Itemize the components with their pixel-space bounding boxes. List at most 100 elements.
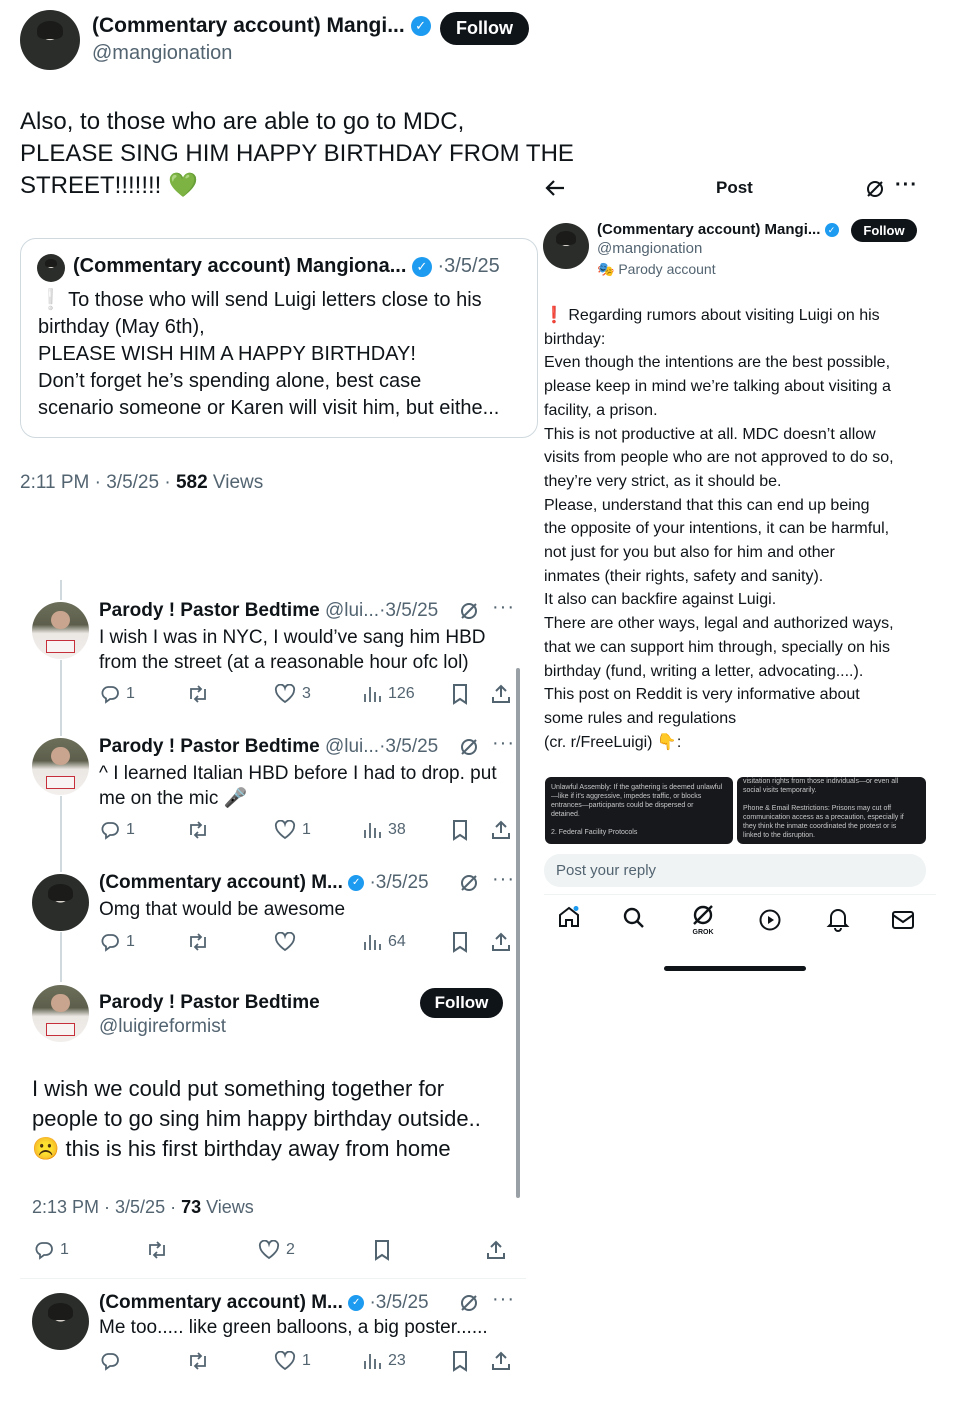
avatar [37,254,65,282]
reply-icon [100,684,120,704]
repost-button[interactable] [186,684,210,704]
like-button[interactable] [274,932,302,952]
bell-icon[interactable] [826,906,850,932]
avatar[interactable] [20,10,80,70]
author-name[interactable]: (Commentary account) Mangi... [597,221,820,238]
image-text-line: 2. Federal Facility Protocols [551,829,638,836]
avatar[interactable] [32,738,89,795]
attached-image[interactable]: Unlawful Assembly: If the gathering is d… [545,777,733,844]
bookmark-button[interactable] [451,683,469,705]
repost-button[interactable] [186,932,210,952]
avatar[interactable] [543,223,589,269]
repost-icon [186,820,210,840]
reply-text-line: ^ I learned Italian HBD before I had to … [99,763,497,784]
verified-icon: ✓ [411,256,432,277]
more-icon[interactable]: ··· [492,868,515,891]
like-count: 1 [302,821,311,838]
grok-icon[interactable] [458,1292,480,1314]
focus-author-handle[interactable]: @luigireformist [99,1016,226,1038]
repost-button[interactable] [145,1240,169,1260]
parody-mask-icon: 🎭 [597,261,615,277]
reply-header: Parody ! Pastor Bedtime @lui...·3/5/25 [99,736,438,758]
avatar[interactable] [32,874,89,931]
follow-button[interactable]: Follow [440,12,529,45]
mail-icon[interactable] [891,909,915,931]
follow-button[interactable]: Follow [420,988,503,1018]
grok-icon[interactable] [690,903,716,927]
share-button[interactable] [485,1239,507,1261]
views-button[interactable]: 38 [362,820,406,840]
post-text-line: that we can support him through, special… [544,638,890,656]
more-icon[interactable]: ··· [895,174,918,197]
share-button[interactable] [490,819,512,841]
share-button[interactable] [490,931,512,953]
thread-line [60,796,62,872]
search-icon[interactable] [622,906,646,930]
repost-icon [186,1351,210,1371]
post-text-line: Even though the intentions are the best … [544,354,891,372]
author-name[interactable]: (Commentary account) Mangi... [92,14,405,37]
reply-button[interactable]: 1 [100,932,135,952]
grok-icon[interactable] [458,872,480,894]
quoted-tweet-card[interactable]: (Commentary account) Mangiona... ✓ ·3/5/… [20,238,538,438]
reply-button[interactable]: 1 [34,1240,69,1260]
tweet-timestamp[interactable]: 2:11 PM · 3/5/25 · [20,472,176,493]
like-button[interactable]: 3 [274,684,311,704]
repost-button[interactable] [186,1351,210,1371]
like-button[interactable]: 2 [258,1240,295,1260]
bookmark-button[interactable] [451,1350,469,1372]
back-icon[interactable] [544,178,566,198]
grok-icon[interactable] [864,178,886,200]
reply-text: I wish I was in NYC, I would’ve sang him… [99,625,485,675]
reply-button[interactable] [100,1351,126,1371]
home-icon[interactable] [556,904,582,930]
author-handle[interactable]: @mangionation [92,42,232,65]
views-button[interactable]: 64 [362,932,406,952]
share-button[interactable] [490,1350,512,1372]
like-icon [274,820,296,840]
reply-date: ·3/5/25 [379,600,439,621]
reply-author-name[interactable]: (Commentary account) M... [99,1292,343,1313]
like-button[interactable]: 1 [274,1351,311,1371]
avatar[interactable] [32,985,89,1042]
avatar[interactable] [32,602,89,659]
image-text-line: social visits temporarily. [743,787,817,794]
bookmark-button[interactable] [451,819,469,841]
reply-author-name[interactable]: (Commentary account) M... [99,872,343,893]
reply-header: (Commentary account) M... ✓ ·3/5/25 [99,872,429,894]
reply-count: 1 [60,1241,69,1258]
repost-button[interactable] [186,820,210,840]
views-button[interactable]: 126 [362,684,415,704]
thread-line [60,932,62,982]
author-handle[interactable]: @mangionation [597,240,702,257]
scrollbar[interactable] [516,668,520,1198]
reply-placeholder: Post your reply [556,862,657,879]
bookmark-button[interactable] [451,931,469,953]
reply-composer[interactable]: Post your reply [544,854,926,887]
video-icon[interactable] [758,908,782,932]
more-icon[interactable]: ··· [492,1288,515,1311]
reply-author-name[interactable]: Parody ! Pastor Bedtime [99,600,320,621]
follow-button[interactable]: Follow [851,219,917,242]
like-button[interactable]: 1 [274,820,311,840]
reply-header: Parody ! Pastor Bedtime @lui...·3/5/25 [99,600,438,622]
reply-icon [34,1240,54,1260]
thread-line [60,660,62,736]
share-button[interactable] [490,683,512,705]
reply-button[interactable]: 1 [100,820,135,840]
views-count: 582 [175,472,208,493]
reply-author-name[interactable]: Parody ! Pastor Bedtime [99,736,320,757]
more-icon[interactable]: ··· [492,596,515,619]
reply-button[interactable]: 1 [100,684,135,704]
views-button[interactable]: 23 [362,1351,406,1371]
grok-icon[interactable] [458,600,480,622]
tweet-timestamp[interactable]: 2:13 PM · 3/5/25 · [32,1197,181,1217]
grok-icon[interactable] [458,736,480,758]
avatar[interactable] [32,1293,89,1350]
more-icon[interactable]: ··· [492,732,515,755]
focus-author-name[interactable]: Parody ! Pastor Bedtime [99,992,320,1014]
reply-date: ·3/5/25 [369,1292,429,1313]
attached-image[interactable]: visitation rights from those individuals… [737,777,926,844]
like-icon [274,684,296,704]
bookmark-button[interactable] [373,1239,391,1261]
